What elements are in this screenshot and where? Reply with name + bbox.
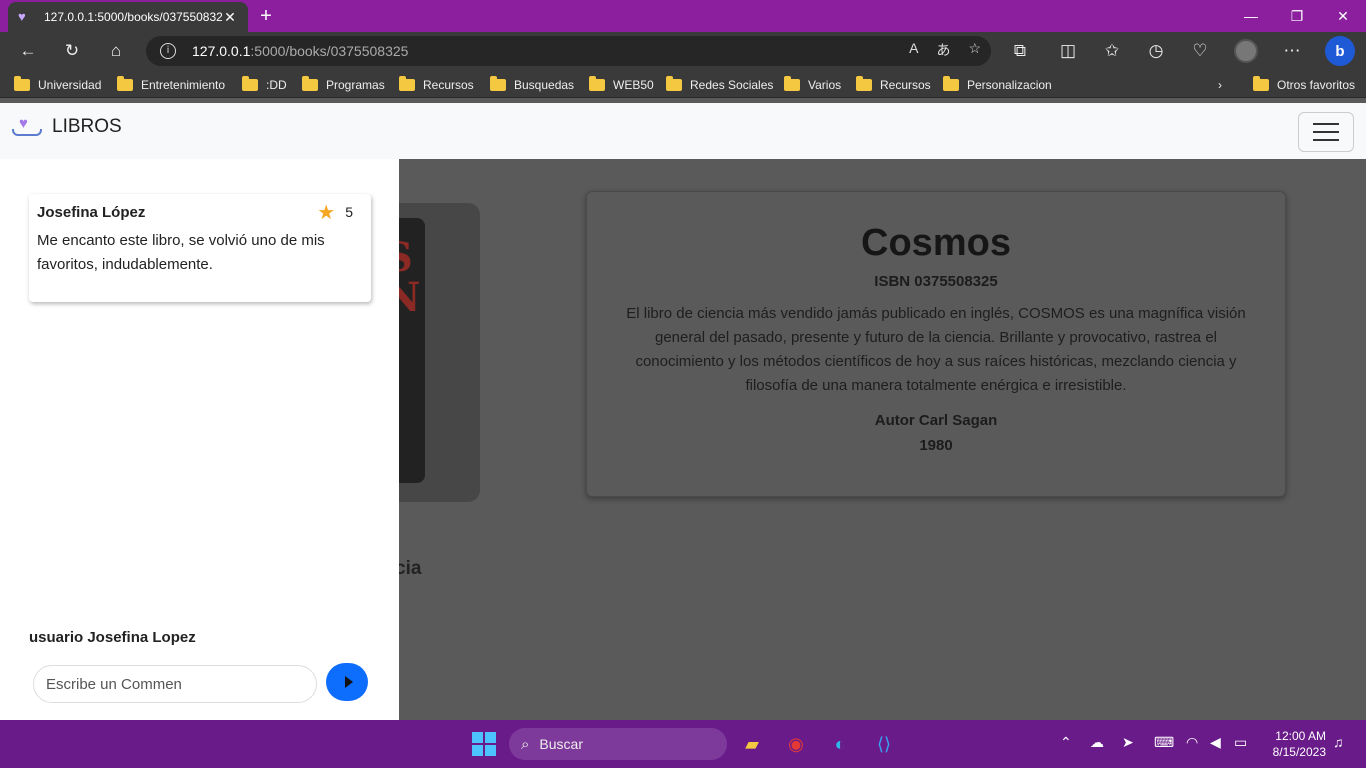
translate-icon[interactable]: あ	[936, 40, 950, 60]
back-icon[interactable]: ←	[14, 38, 42, 64]
book-year: 1980	[919, 437, 953, 454]
location-icon[interactable]: ➤	[1122, 734, 1134, 751]
taskbar-search[interactable]: ⌕ Buscar	[509, 728, 727, 760]
split-screen-icon[interactable]: ◫	[1054, 38, 1082, 64]
home-icon[interactable]: ⌂	[102, 38, 130, 64]
folder-icon	[490, 76, 506, 91]
new-tab-button[interactable]: +	[256, 4, 276, 28]
battery-icon[interactable]: ▭	[1234, 734, 1247, 751]
chevron-right-icon[interactable]: ›	[1218, 76, 1222, 94]
browser-tab[interactable]: ♥ 127.0.0.1:5000/books/037550832 ✕	[8, 2, 248, 32]
bookmark-folder[interactable]: Varios	[784, 76, 841, 94]
comment-input[interactable]	[33, 665, 317, 703]
book-description: El libro de ciencia más vendido jamás pu…	[626, 305, 1246, 394]
clock-date: 8/15/2023	[1272, 745, 1326, 759]
history-icon[interactable]: ◷	[1142, 38, 1170, 64]
wifi-icon[interactable]: ◠	[1186, 734, 1198, 751]
brand-title: LIBROS	[52, 116, 122, 137]
system-clock[interactable]: 12:00 AM 8/15/2023	[1262, 728, 1326, 760]
book-author: Autor Carl Sagan	[874, 412, 998, 429]
star-icon: ★	[317, 200, 336, 224]
keyboard-icon[interactable]: ⌨	[1154, 734, 1174, 751]
menu-toggle-button[interactable]	[1298, 112, 1354, 152]
book-title: Cosmos	[861, 222, 1011, 264]
extensions-icon[interactable]: ⧉	[1006, 38, 1034, 64]
folder-icon	[1253, 76, 1269, 91]
close-tab-icon[interactable]: ✕	[222, 9, 238, 26]
page-viewport: ♥ LIBROS SN cia Cosmos ISBN 0375508325 E…	[0, 103, 1366, 720]
search-placeholder: Buscar	[539, 736, 583, 752]
folder-icon	[117, 76, 133, 91]
book-heart-icon: ♥	[18, 9, 26, 24]
bookmark-folder[interactable]: Recursos	[399, 76, 474, 94]
windows-taskbar: ⌕ Buscar ▰ ◉ ◐ ⟨⟩ ⌃ ☁ ➤ ⌨ ◠ ◀ ▭ 12:00 AM…	[0, 720, 1366, 768]
folder-icon	[943, 76, 959, 91]
comment-card: Josefina López ★ 5 Me encanto este libro…	[29, 194, 371, 302]
bookmark-folder[interactable]: Redes Sociales	[666, 76, 773, 94]
rating-value: 5	[345, 204, 353, 220]
start-button[interactable]	[470, 730, 498, 758]
other-favorites-folder[interactable]: Otros favoritos	[1253, 76, 1355, 94]
play-icon	[344, 676, 353, 688]
folder-icon	[399, 76, 415, 91]
bookmark-folder[interactable]: Entretenimiento	[117, 76, 225, 94]
close-window-icon[interactable]: ✕	[1320, 0, 1366, 32]
bookmark-folder[interactable]: Programas	[302, 76, 385, 94]
bookmark-folder[interactable]: Universidad	[14, 76, 101, 94]
folder-icon	[784, 76, 800, 91]
favorite-star-icon[interactable]: ☆	[968, 40, 981, 60]
folder-icon	[856, 76, 872, 91]
minimize-icon[interactable]: —	[1228, 0, 1274, 32]
profile-avatar[interactable]	[1234, 39, 1258, 63]
vscode-icon[interactable]: ⟨⟩	[870, 730, 898, 758]
book-isbn: ISBN 0375508325	[874, 273, 998, 290]
onedrive-icon[interactable]: ☁	[1090, 734, 1104, 751]
reload-icon[interactable]: ↻	[58, 38, 86, 64]
address-bar-actions: A あ ☆	[909, 40, 981, 60]
brand-link[interactable]: ♥ LIBROS	[12, 116, 122, 138]
volume-icon[interactable]: ◀	[1210, 734, 1221, 751]
address-bar[interactable]: i 127.0.0.1:5000/books/0375508325 A あ ☆	[146, 36, 991, 66]
current-user-label: usuario Josefina Lopez	[29, 629, 196, 646]
comment-rating: ★ 5	[317, 200, 353, 224]
book-info-card: Cosmos ISBN 0375508325 El libro de cienc…	[586, 191, 1286, 497]
youtube-music-icon[interactable]: ◉	[782, 730, 810, 758]
folder-icon	[14, 76, 30, 91]
notifications-icon[interactable]: ♫	[1333, 734, 1344, 750]
book-heart-logo-icon: ♥	[12, 116, 42, 138]
tab-title: 127.0.0.1:5000/books/037550832	[44, 10, 222, 24]
bookmark-folder[interactable]: WEB50	[589, 76, 654, 94]
bookmark-folder[interactable]: Recursos	[856, 76, 931, 94]
site-navbar: ♥ LIBROS	[0, 103, 1366, 159]
bookmarks-bar: Universidad Entretenimiento :DD Programa…	[0, 70, 1366, 98]
folder-icon	[302, 76, 318, 91]
address-host: 127.0.0.1	[192, 43, 251, 59]
bookmark-folder[interactable]: Personalizacion	[943, 76, 1052, 94]
comments-offcanvas: Josefina López ★ 5 Me encanto este libro…	[0, 159, 399, 720]
windows-logo-icon	[472, 732, 496, 756]
comment-author: Josefina López	[37, 204, 146, 221]
bookmark-folder[interactable]: :DD	[242, 76, 287, 94]
tray-chevron-up-icon[interactable]: ⌃	[1060, 734, 1072, 751]
browser-toolbar: ← ↻ ⌂ i 127.0.0.1:5000/books/0375508325 …	[0, 32, 1366, 70]
file-explorer-icon[interactable]: ▰	[738, 730, 766, 758]
comment-text: Me encanto este libro, se volvió uno de …	[37, 232, 325, 273]
more-menu-icon[interactable]: ⋯	[1278, 38, 1306, 64]
folder-icon	[589, 76, 605, 91]
site-info-icon[interactable]: i	[160, 43, 176, 59]
bing-copilot-icon[interactable]: b	[1325, 36, 1355, 66]
clock-time: 12:00 AM	[1275, 729, 1326, 743]
restore-icon[interactable]: ❐	[1274, 0, 1320, 32]
read-aloud-icon[interactable]: A	[909, 40, 918, 60]
address-path: :5000/books/0375508325	[250, 43, 409, 59]
folder-icon	[242, 76, 258, 91]
search-icon: ⌕	[521, 735, 530, 753]
edge-icon[interactable]: ◐	[826, 730, 854, 758]
tab-strip: ♥ 127.0.0.1:5000/books/037550832 ✕ + — ❐…	[0, 0, 1366, 32]
performance-icon[interactable]: ♡	[1186, 38, 1214, 64]
favorites-icon[interactable]: ✩	[1098, 38, 1126, 64]
folder-icon	[666, 76, 682, 91]
bookmark-folder[interactable]: Busquedas	[490, 76, 574, 94]
send-comment-button[interactable]	[326, 663, 368, 701]
